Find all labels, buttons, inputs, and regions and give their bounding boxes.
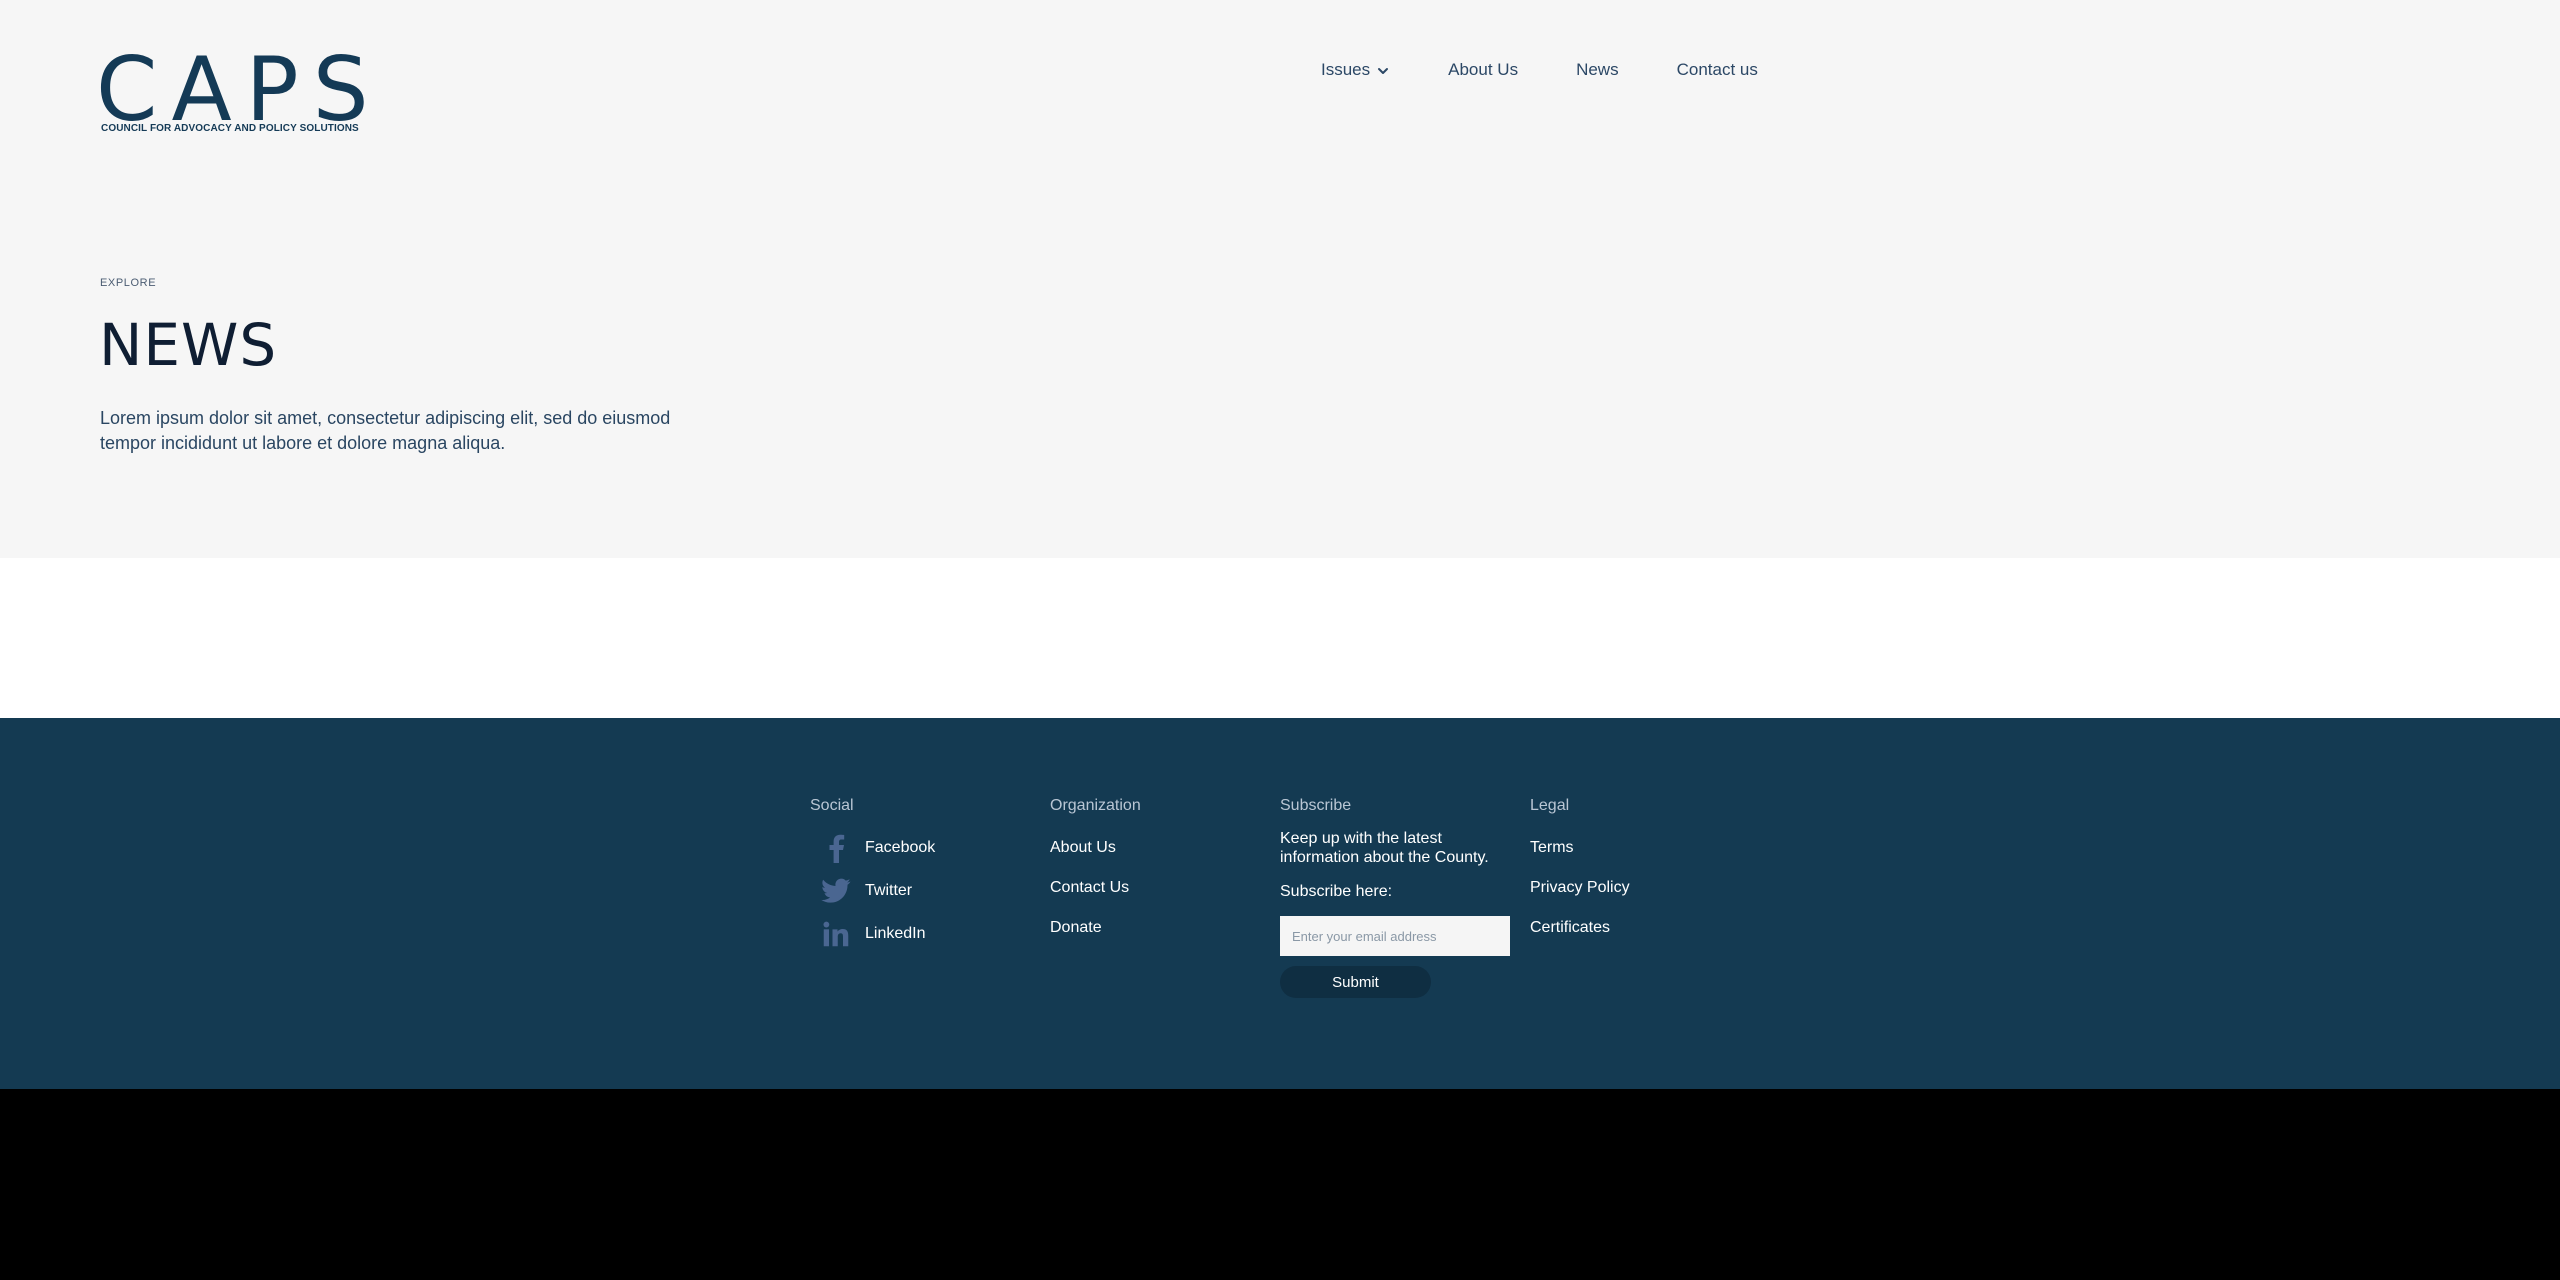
subscribe-description: Keep up with the latest information abou… bbox=[1280, 830, 1489, 866]
linkedin-icon bbox=[820, 918, 852, 950]
footer-link-certificates[interactable]: Certificates bbox=[1530, 919, 1630, 937]
footer-organization-heading: Organization bbox=[1050, 797, 1141, 814]
social-label: Twitter bbox=[865, 882, 913, 899]
footer-subscribe-heading: Subscribe bbox=[1280, 797, 1352, 814]
footer-link-terms[interactable]: Terms bbox=[1530, 839, 1630, 857]
intro-text: Lorem ipsum dolor sit amet, consectetur … bbox=[100, 408, 671, 453]
logo-tagline: COUNCIL FOR ADVOCACY AND POLICY SOLUTION… bbox=[101, 123, 359, 134]
email-input[interactable] bbox=[1280, 916, 1510, 956]
site-footer: Social Facebook Twitter LinkedIn Organiz… bbox=[0, 718, 2560, 1089]
nav-item-issues[interactable]: Issues bbox=[1321, 60, 1390, 80]
social-label: LinkedIn bbox=[865, 925, 926, 942]
chevron-down-icon bbox=[1376, 63, 1390, 77]
social-link-linkedin[interactable]: LinkedIn bbox=[810, 918, 935, 950]
caps-logo[interactable]: CAPS COUNCIL FOR ADVOCACY AND POLICY SOL… bbox=[96, 46, 369, 142]
main-nav: Issues About Us News Contact us bbox=[1321, 58, 1758, 82]
logo-wordmark: CAPS bbox=[96, 38, 383, 141]
content-area bbox=[0, 558, 2560, 718]
nav-item-about-us[interactable]: About Us bbox=[1448, 60, 1518, 80]
nav-item-label: Issues bbox=[1321, 60, 1371, 79]
footer-social-heading: Social bbox=[810, 797, 854, 814]
footer-organization-column: Organization About Us Contact Us Donate bbox=[1050, 797, 1141, 959]
social-link-facebook[interactable]: Facebook bbox=[810, 832, 935, 864]
subscribe-label: Subscribe here: bbox=[1280, 883, 1393, 900]
social-link-twitter[interactable]: Twitter bbox=[810, 875, 935, 907]
nav-item-news[interactable]: News bbox=[1576, 60, 1619, 80]
page-title: NEWS bbox=[99, 311, 278, 379]
footer-link-privacy-policy[interactable]: Privacy Policy bbox=[1530, 879, 1630, 897]
footer-link-about-us[interactable]: About Us bbox=[1050, 839, 1141, 857]
footer-social-column: Social Facebook Twitter LinkedIn bbox=[810, 797, 935, 968]
footer-subscribe-column: Subscribe Keep up with the latest inform… bbox=[1280, 797, 1510, 998]
facebook-icon bbox=[820, 832, 852, 864]
nav-item-contact-us[interactable]: Contact us bbox=[1677, 60, 1758, 80]
social-label: Facebook bbox=[865, 839, 936, 856]
submit-button[interactable]: Submit bbox=[1280, 966, 1431, 998]
hero-section: CAPS COUNCIL FOR ADVOCACY AND POLICY SOL… bbox=[0, 0, 2560, 558]
footer-link-contact-us[interactable]: Contact Us bbox=[1050, 879, 1141, 897]
eyebrow-label: EXPLORE bbox=[100, 277, 157, 289]
footer-legal-heading: Legal bbox=[1530, 797, 1570, 814]
footer-link-donate[interactable]: Donate bbox=[1050, 919, 1141, 937]
footer-legal-column: Legal Terms Privacy Policy Certificates bbox=[1530, 797, 1630, 959]
twitter-icon bbox=[820, 875, 852, 907]
